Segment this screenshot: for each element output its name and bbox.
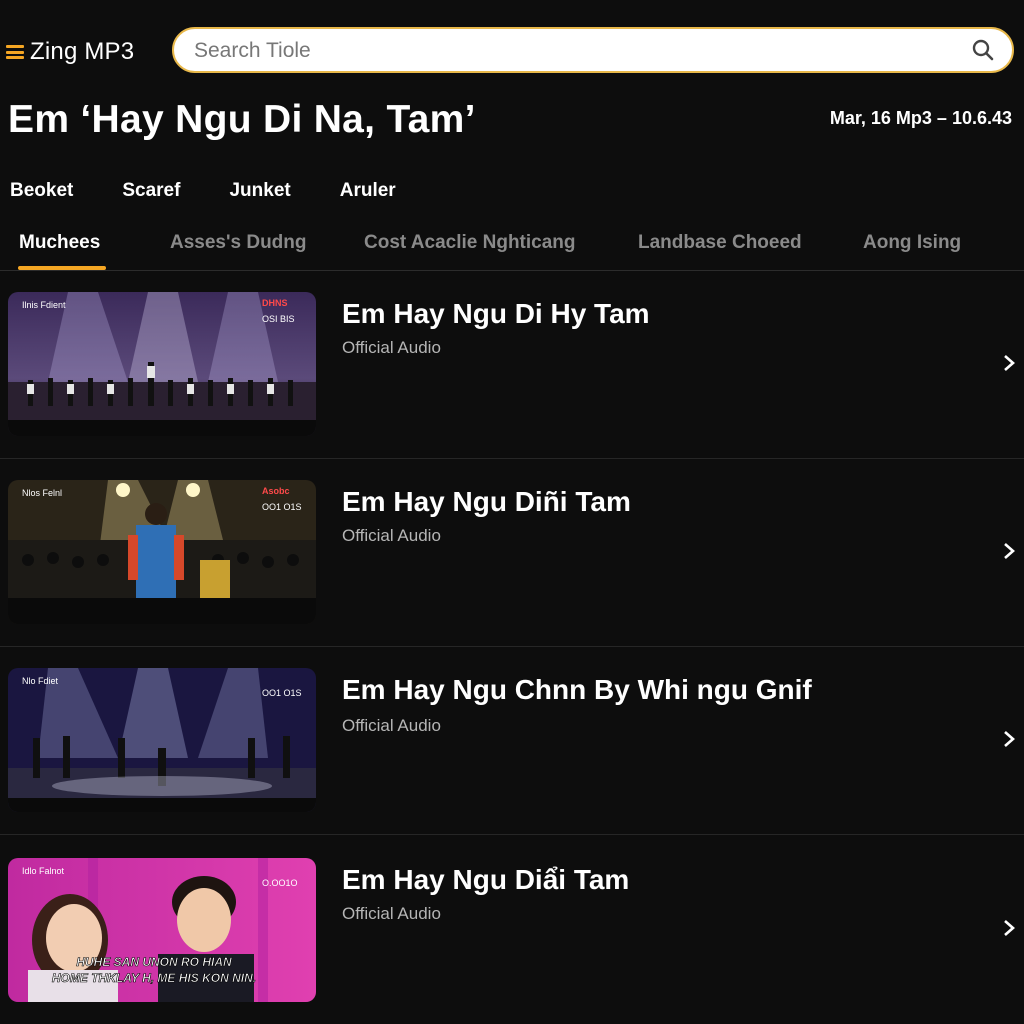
subnav-item[interactable]: Beoket: [10, 180, 73, 202]
song-row[interactable]: Nlos Felnl Asobc OO1 O1S Em Hay Ngu Diñi…: [0, 458, 1024, 647]
concert-stage-image: Ilnis Fdient DHNS OSI BIS: [8, 292, 316, 436]
page-meta: Mar, 16 Mp3 – 10.6.43: [829, 108, 1012, 128]
song-thumbnail[interactable]: Nlos Felnl Asobc OO1 O1S: [8, 480, 316, 624]
sub-navigation: Beoket Scaref Junket Aruler: [10, 180, 445, 202]
song-thumbnail[interactable]: Nlo Fdiet OO1 O1S: [8, 668, 316, 812]
subnav-item[interactable]: Scaref: [122, 180, 180, 202]
thumb-code: OSI BIS: [262, 314, 295, 324]
chevron-right-icon[interactable]: [1002, 353, 1016, 373]
search-bar[interactable]: [172, 27, 1014, 73]
song-subtitle: Official Audio: [342, 526, 441, 545]
thumb-badge: DHNS: [262, 298, 288, 308]
search-icon[interactable]: [972, 39, 994, 61]
thumb-code: O.OO1O: [262, 878, 298, 888]
song-title[interactable]: Em Hay Ngu Chnn By Whi ngu Gnif: [342, 674, 812, 706]
song-subtitle: Official Audio: [342, 904, 441, 923]
thumb-channel: Nlo Fdiet: [22, 676, 59, 686]
thumb-channel: Nlos Felnl: [22, 488, 62, 498]
subnav-item[interactable]: Junket: [229, 180, 290, 202]
tab-aong-ising[interactable]: Aong Ising: [863, 232, 961, 254]
song-row[interactable]: HUHE SAN UNON RO HIAN HOME THKLAY H, ME …: [0, 834, 1024, 1022]
tab-muchees[interactable]: Muchees: [19, 232, 100, 254]
tab-bar: Muchees Asses's Dudng Cost Acaclie Nghti…: [0, 228, 1024, 271]
tab-asses-dudng[interactable]: Asses's Dudng: [170, 232, 307, 254]
concert-stage-image: Nlos Felnl Asobc OO1 O1S: [8, 480, 316, 624]
concert-stage-image: Nlo Fdiet OO1 O1S: [8, 668, 316, 812]
song-subtitle: Official Audio: [342, 338, 441, 357]
song-subtitle: Official Audio: [342, 716, 441, 735]
chevron-right-icon[interactable]: [1002, 729, 1016, 749]
song-row[interactable]: Nlo Fdiet OO1 O1S Em Hay Ngu Chnn By Whi…: [0, 646, 1024, 835]
chevron-right-icon[interactable]: [1002, 541, 1016, 561]
app-name: Zing MP3: [30, 38, 135, 65]
tab-cost-acaclie[interactable]: Cost Acaclie Nghticang: [364, 232, 576, 254]
song-thumbnail[interactable]: Ilnis Fdient DHNS OSI BIS: [8, 292, 316, 436]
app-logo[interactable]: Zing MP3: [6, 38, 134, 66]
thumb-code: OO1 O1S: [262, 502, 302, 512]
menu-icon[interactable]: [6, 45, 24, 59]
song-row[interactable]: Ilnis Fdient DHNS OSI BIS Em Hay Ngu Di …: [0, 270, 1024, 459]
song-title[interactable]: Em Hay Ngu Diẩi Tam: [342, 864, 629, 896]
top-bar: Zing MP3: [0, 0, 1024, 100]
song-title[interactable]: Em Hay Ngu Diñi Tam: [342, 486, 631, 518]
search-input[interactable]: [192, 29, 956, 73]
thumb-channel: Idlo Falnot: [22, 866, 65, 876]
thumb-caption: HOME THKLAY H, ME HIS KON NIN.: [52, 971, 256, 985]
thumb-caption: HUHE SAN UNON RO HIAN: [76, 955, 232, 969]
song-thumbnail[interactable]: HUHE SAN UNON RO HIAN HOME THKLAY H, ME …: [8, 858, 316, 1002]
thumb-code: OO1 O1S: [262, 688, 302, 698]
thumb-badge: Asobc: [262, 486, 290, 496]
song-title[interactable]: Em Hay Ngu Di Hy Tam: [342, 298, 650, 330]
subnav-item[interactable]: Aruler: [340, 180, 396, 202]
page-title: Em ‘Hay Ngu Di Na, Tam’: [8, 98, 476, 141]
chevron-right-icon[interactable]: [1002, 918, 1016, 938]
artist-duo-image: HUHE SAN UNON RO HIAN HOME THKLAY H, ME …: [8, 858, 316, 1002]
tab-landbase[interactable]: Landbase Choeed: [638, 232, 802, 254]
thumb-channel: Ilnis Fdient: [22, 300, 66, 310]
